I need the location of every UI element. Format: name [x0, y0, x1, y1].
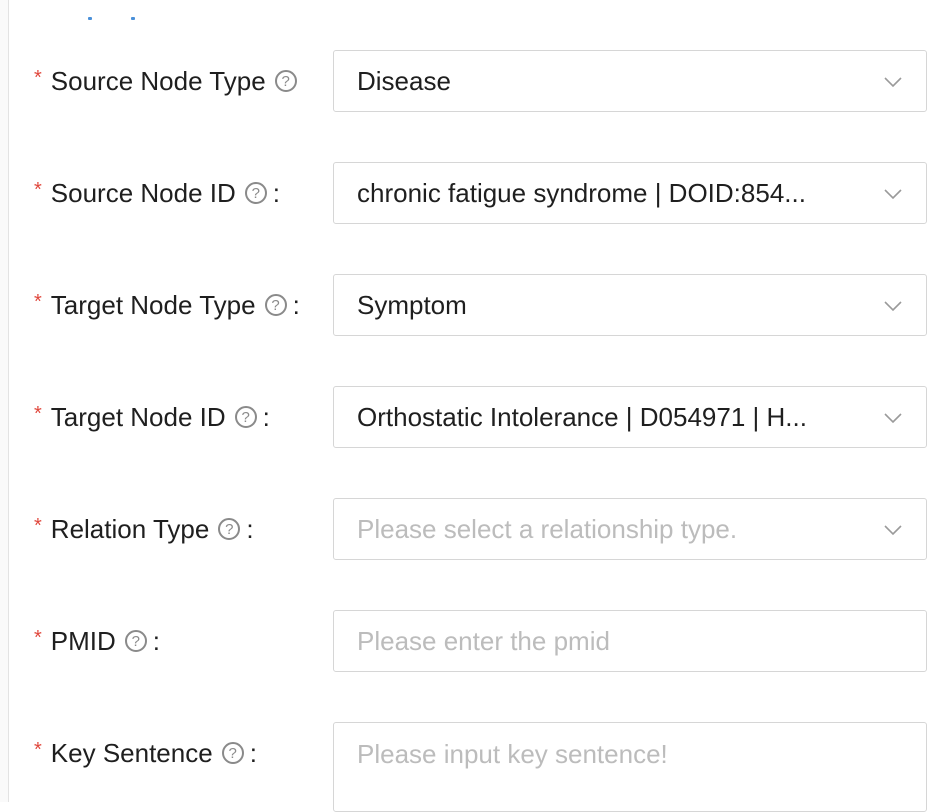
question-circle-icon[interactable]: ?: [264, 294, 287, 316]
question-circle-icon[interactable]: ?: [124, 630, 147, 652]
chevron-down-icon: [884, 413, 902, 424]
form-row-key-sentence: * Key Sentence ? : Please input key sent…: [0, 722, 940, 812]
relation-type-select[interactable]: Please select a relationship type.: [333, 498, 927, 560]
question-circle-icon[interactable]: ?: [234, 406, 257, 428]
field-label: * PMID ? :: [34, 610, 160, 672]
field-label: * Source Node ID ? :: [34, 162, 280, 224]
label-colon: :: [249, 737, 257, 768]
label-text: Target Node ID: [50, 401, 226, 432]
form-row-source-node-id: * Source Node ID ? : chronic fatigue syn…: [0, 162, 940, 224]
label-text: Target Node Type: [50, 289, 256, 320]
top-indicator-dot: [88, 17, 92, 20]
chevron-down-icon: [884, 77, 902, 88]
required-marker: *: [34, 738, 42, 761]
source-node-id-select[interactable]: chronic fatigue syndrome | DOID:854...: [333, 162, 927, 224]
required-marker: *: [34, 290, 42, 313]
field-label: * Source Node Type ?: [34, 50, 303, 112]
label-text: Source Node Type: [50, 65, 266, 96]
field-label: * Relation Type ? :: [34, 498, 254, 560]
question-circle-icon[interactable]: ?: [244, 182, 267, 204]
label-colon: :: [292, 289, 300, 320]
target-node-type-select[interactable]: Symptom: [333, 274, 927, 336]
required-marker: *: [34, 66, 42, 89]
label-colon: :: [272, 177, 281, 208]
form-row-pmid: * PMID ? : Please enter the pmid: [0, 610, 940, 672]
chevron-down-icon: [884, 189, 902, 200]
question-circle-icon[interactable]: ?: [218, 518, 241, 540]
required-marker: *: [34, 402, 42, 425]
select-value: Disease: [357, 65, 451, 96]
textarea-placeholder: Please input key sentence!: [357, 738, 668, 769]
label-colon: :: [152, 625, 161, 656]
pmid-input[interactable]: Please enter the pmid: [333, 610, 927, 672]
source-node-type-select[interactable]: Disease: [333, 50, 927, 112]
chevron-down-icon: [884, 301, 902, 312]
required-marker: *: [34, 626, 42, 649]
form-row-target-node-type: * Target Node Type ? : Symptom: [0, 274, 940, 336]
label-text: PMID: [50, 625, 116, 656]
top-indicator-dot: [131, 17, 135, 20]
form-row-target-node-id: * Target Node ID ? : Orthostatic Intoler…: [0, 386, 940, 448]
question-circle-icon[interactable]: ?: [274, 70, 297, 92]
select-placeholder: Please select a relationship type.: [357, 513, 738, 544]
label-text: Key Sentence: [50, 737, 213, 768]
question-circle-icon[interactable]: ?: [221, 742, 244, 764]
field-label: * Key Sentence ? :: [34, 722, 257, 784]
label-colon: :: [246, 513, 254, 544]
select-value: Orthostatic Intolerance | D054971 | H...: [357, 401, 807, 432]
label-text: Relation Type: [50, 513, 210, 544]
select-value: chronic fatigue syndrome | DOID:854...: [357, 177, 806, 208]
required-marker: *: [34, 178, 42, 201]
form-row-source-node-type: * Source Node Type ? Disease: [0, 50, 940, 112]
required-marker: *: [34, 514, 42, 537]
input-placeholder: Please enter the pmid: [357, 625, 610, 656]
key-sentence-textarea[interactable]: Please input key sentence!: [333, 722, 927, 812]
field-label: * Target Node ID ? :: [34, 386, 270, 448]
form-row-relation-type: * Relation Type ? : Please select a rela…: [0, 498, 940, 560]
select-value: Symptom: [357, 289, 467, 320]
label-text: Source Node ID: [50, 177, 236, 208]
label-colon: :: [262, 401, 270, 432]
chevron-down-icon: [884, 525, 902, 536]
target-node-id-select[interactable]: Orthostatic Intolerance | D054971 | H...: [333, 386, 927, 448]
field-label: * Target Node Type ? :: [34, 274, 300, 336]
